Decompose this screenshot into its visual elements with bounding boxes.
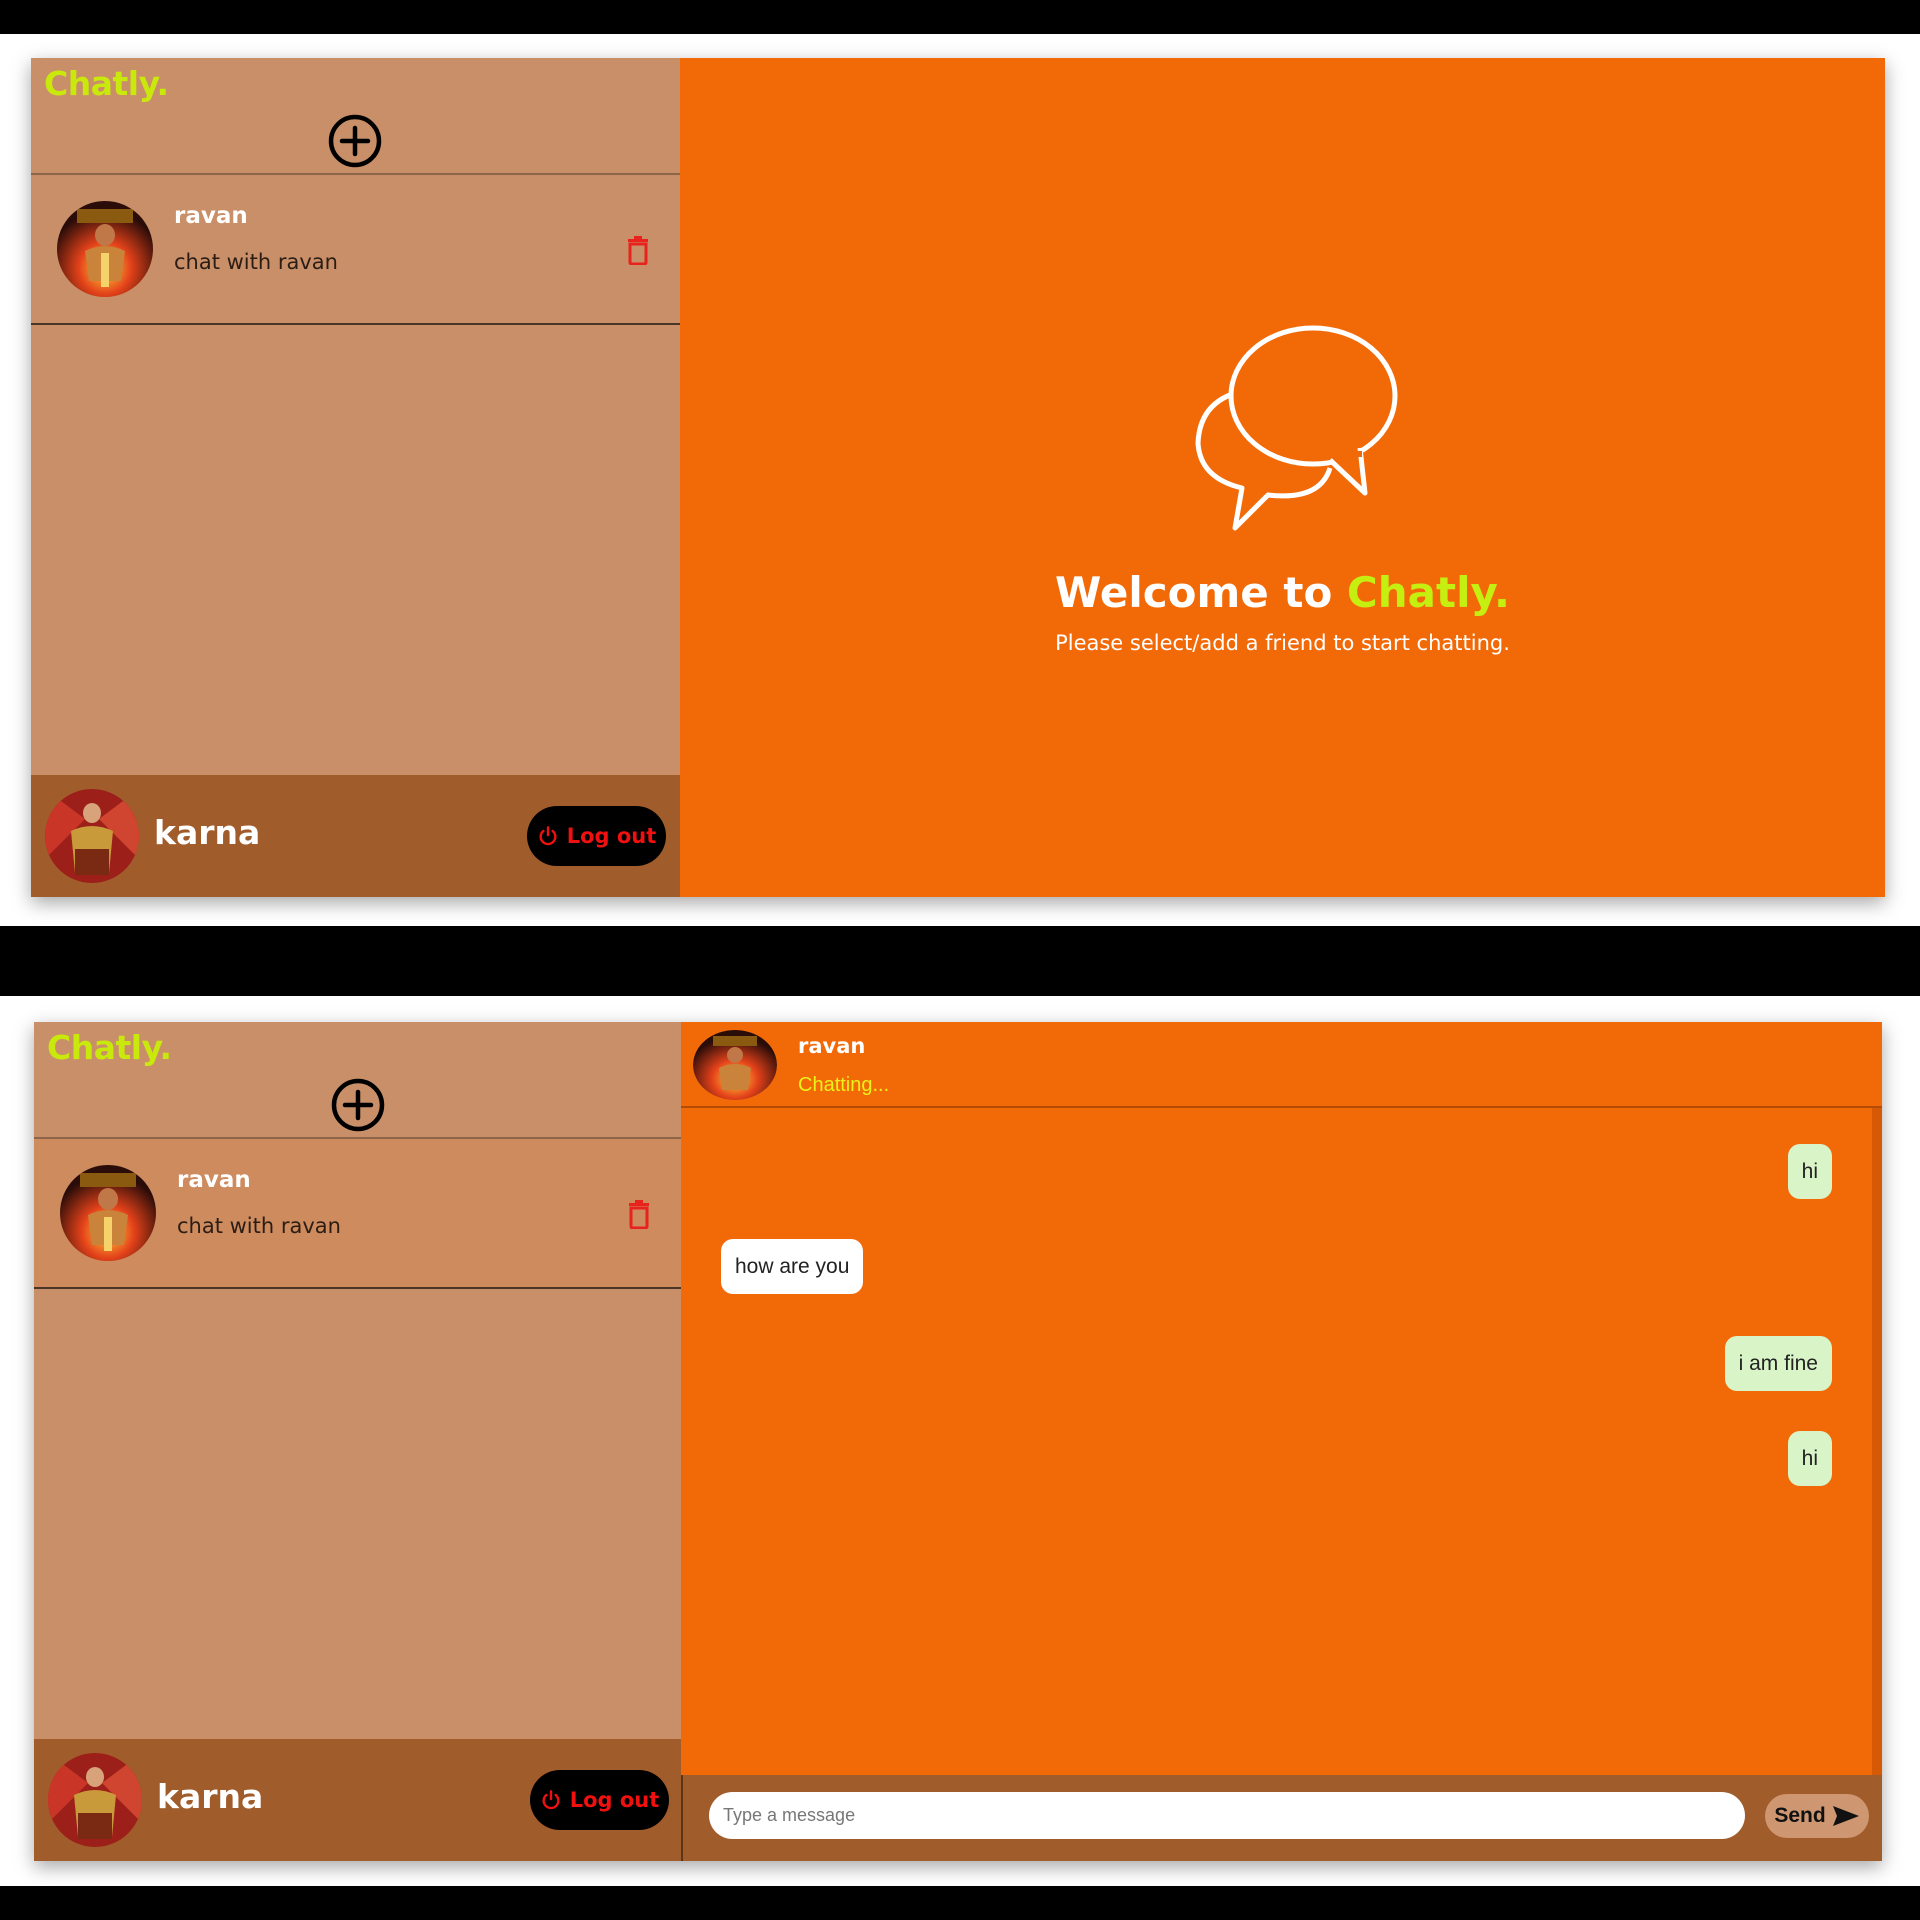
app-logo: Chatly. — [47, 1028, 172, 1067]
avatar-image — [57, 201, 153, 297]
avatar — [48, 1753, 142, 1847]
send-label: Send — [1774, 1804, 1826, 1827]
message-outgoing: hi — [1787, 1144, 1832, 1199]
current-user-bar: karna Log out — [31, 775, 680, 897]
app-logo: Chatly. — [44, 64, 169, 103]
chat-item-name: ravan — [174, 203, 248, 229]
conversation-header: ravan Chatting... — [681, 1022, 1882, 1108]
add-friend-button[interactable] — [326, 112, 384, 170]
plus-circle-icon — [331, 1078, 385, 1132]
welcome-title-brand: Chatly. — [1346, 568, 1510, 617]
logout-button[interactable]: Log out — [527, 806, 666, 866]
chat-item-subtitle: chat with ravan — [177, 1214, 341, 1238]
chat-list-item-selected[interactable]: ravan chat with ravan — [34, 1139, 681, 1289]
trash-icon — [628, 236, 648, 266]
chat-list-item[interactable]: ravan chat with ravan — [31, 175, 680, 325]
welcome-subtitle: Please select/add a friend to start chat… — [1055, 631, 1510, 655]
chat-app-screen-2: Chatly. ravan chat with ravan karna Log … — [34, 1022, 1882, 1861]
avatar — [693, 1030, 777, 1100]
welcome-panel: Welcome to Chatly. Please select/add a f… — [680, 58, 1885, 897]
send-arrow-icon — [1832, 1806, 1859, 1826]
power-icon — [542, 1790, 560, 1810]
delete-chat-button[interactable] — [627, 1199, 651, 1230]
plus-circle-icon — [328, 114, 382, 168]
message-outgoing: hi — [1787, 1431, 1832, 1486]
sidebar: Chatly. ravan chat with ravan karna Log … — [31, 58, 680, 897]
avatar — [45, 789, 139, 883]
send-button[interactable]: Send — [1765, 1794, 1869, 1838]
current-user-name: karna — [157, 1777, 264, 1816]
message-composer: Send — [681, 1775, 1882, 1861]
logout-button[interactable]: Log out — [530, 1770, 669, 1830]
delete-chat-button[interactable] — [626, 235, 650, 266]
avatar-image — [693, 1030, 777, 1100]
chat-app-screen-1: Chatly. ravan chat with ravan karna Log … — [31, 58, 1885, 897]
sidebar-header: Chatly. — [34, 1022, 681, 1139]
conversation-panel: ravan Chatting... hi how are you i am fi… — [681, 1022, 1882, 1861]
conversation-name: ravan — [798, 1034, 866, 1058]
trash-icon — [629, 1200, 649, 1230]
avatar-image — [48, 1753, 142, 1847]
logout-label: Log out — [569, 1788, 660, 1812]
sidebar: Chatly. ravan chat with ravan karna Log … — [34, 1022, 681, 1861]
sidebar-header: Chatly. — [31, 58, 680, 175]
welcome-title-prefix: Welcome to — [1055, 568, 1333, 617]
add-friend-button[interactable] — [329, 1076, 387, 1134]
avatar-image — [45, 789, 139, 883]
chat-item-subtitle: chat with ravan — [174, 250, 338, 274]
avatar — [57, 201, 153, 297]
current-user-name: karna — [154, 813, 261, 852]
logout-label: Log out — [566, 824, 657, 848]
conversation-status: Chatting... — [798, 1074, 890, 1096]
chat-item-name: ravan — [177, 1167, 251, 1193]
message-list[interactable]: hi how are you i am fine hi — [681, 1108, 1882, 1775]
avatar — [60, 1165, 156, 1261]
avatar-image — [60, 1165, 156, 1261]
message-input[interactable] — [709, 1792, 1745, 1839]
power-icon — [539, 826, 557, 846]
message-incoming: how are you — [721, 1239, 864, 1294]
current-user-bar: karna Log out — [34, 1739, 681, 1861]
welcome-title: Welcome to Chatly. — [680, 568, 1885, 617]
message-outgoing: i am fine — [1724, 1336, 1832, 1391]
chat-bubbles-icon — [1195, 325, 1398, 531]
